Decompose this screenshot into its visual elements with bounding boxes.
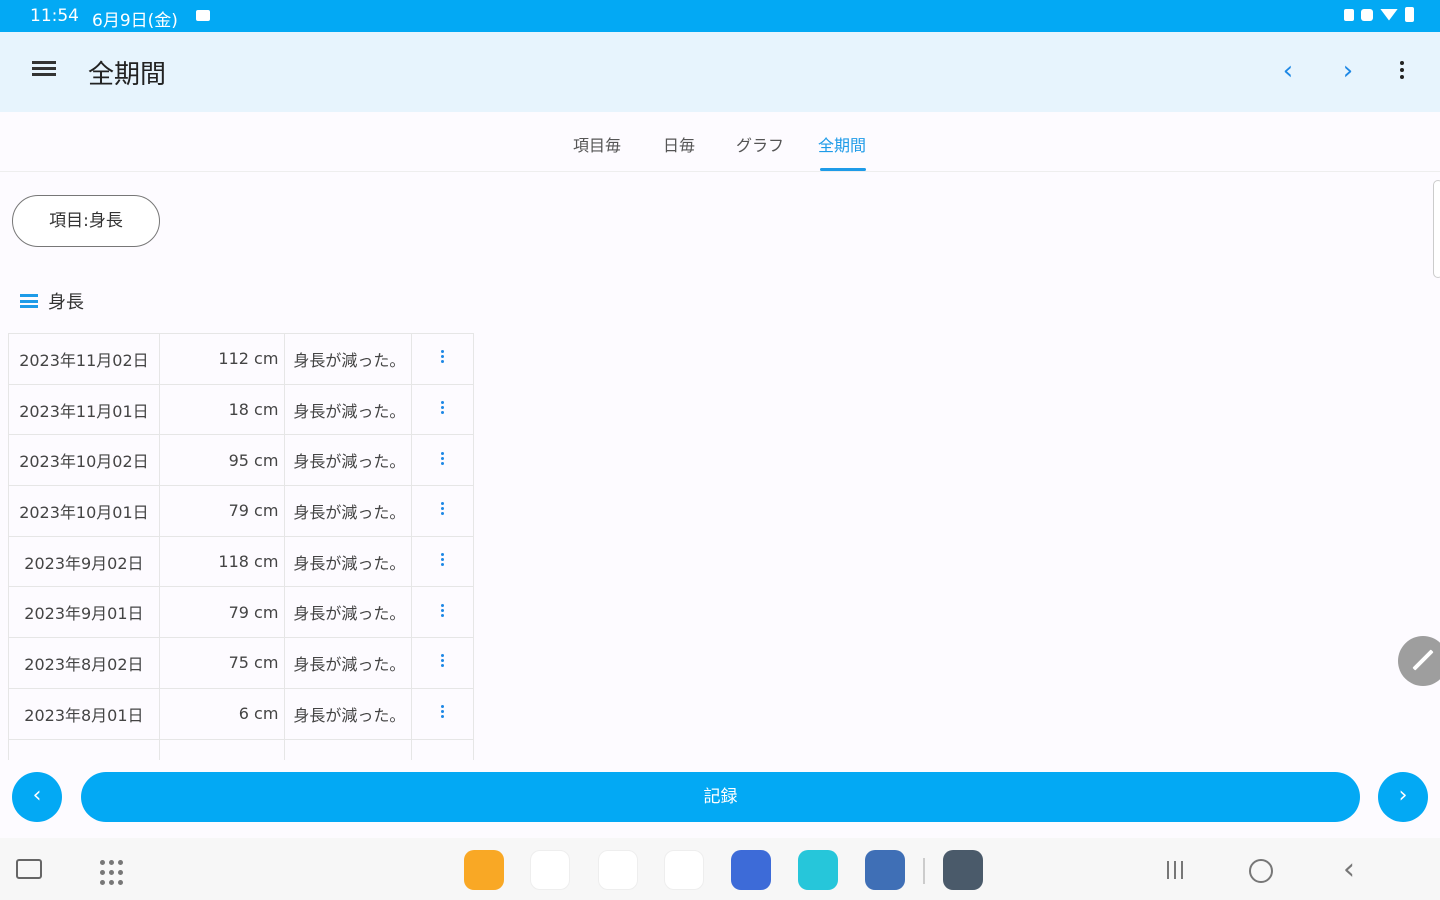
record-value: 75 cm: [158, 637, 286, 689]
table-row: 2023年8月01日 6 cm 身長が減った。: [8, 687, 474, 740]
settings-app-icon[interactable]: [943, 850, 983, 890]
menu-icon[interactable]: [30, 58, 60, 86]
section-title: 身長: [48, 292, 84, 313]
status-icons: [1344, 7, 1414, 22]
record-value: 79 cm: [158, 485, 286, 537]
mute-icon: [1361, 8, 1373, 21]
more-vert-icon[interactable]: [440, 450, 446, 467]
tab-indicator: [820, 168, 866, 171]
table-row: 2023年10月01日 79 cm 身長が減った。: [8, 485, 474, 537]
prev-button[interactable]: ‹: [12, 772, 62, 822]
system-nav-bar: ‹: [0, 838, 1440, 900]
more-vert-icon[interactable]: [440, 399, 446, 416]
section-header: 身長: [20, 288, 84, 314]
back-icon[interactable]: ‹: [1334, 855, 1364, 886]
chevron-right-icon[interactable]: ›: [1332, 56, 1364, 88]
screen-capture-icon[interactable]: [16, 856, 46, 886]
more-vert-icon[interactable]: [440, 703, 446, 720]
record-memo: 身長が減った。: [284, 485, 413, 537]
record-date: 2023年11月02日: [8, 333, 160, 385]
record-date: 2023年11月01日: [8, 383, 160, 436]
youtube-app-icon[interactable]: [664, 850, 704, 890]
table-row: 2023年11月02日 112 cm 身長が減った。: [8, 333, 474, 385]
teal-app-icon[interactable]: [798, 850, 838, 890]
tab-by-item[interactable]: 項目毎: [573, 132, 621, 156]
home-icon[interactable]: [1246, 856, 1276, 886]
table-row: 2023年9月02日 118 cm 身長が減った。: [8, 535, 474, 588]
page-title: 全期間: [88, 60, 167, 90]
record-memo: 身長が減った。: [284, 434, 413, 487]
record-date: 2023年9月02日: [8, 535, 160, 588]
pencil-icon: [1412, 649, 1434, 671]
records-table: 2023年11月02日 112 cm 身長が減った。 2023年11月01日 18 cm…: [8, 333, 476, 760]
table-row: [8, 738, 474, 760]
record-value: 79 cm: [158, 586, 286, 639]
status-date: 6月9日(金): [92, 11, 178, 31]
apps-grid-icon[interactable]: [100, 856, 130, 886]
status-bar: 11:54 6月9日(金): [0, 0, 1440, 32]
record-memo: 身長が減った。: [284, 687, 413, 740]
music-app-icon[interactable]: [731, 850, 771, 890]
dock-divider: [923, 858, 925, 884]
record-memo: 身長が減った。: [284, 586, 413, 639]
record-date: 2023年8月02日: [8, 637, 160, 689]
more-vert-icon[interactable]: [440, 551, 446, 568]
more-vert-icon[interactable]: [440, 500, 446, 517]
record-date: 2023年8月01日: [8, 687, 160, 740]
record-memo: 身長が減った。: [284, 637, 413, 689]
record-value: 6 cm: [158, 687, 286, 740]
more-vert-icon[interactable]: [440, 348, 446, 365]
battery-icon: [1405, 7, 1414, 22]
table-row: 2023年9月01日 79 cm 身長が減った。: [8, 586, 474, 639]
record-memo: 身長が減った。: [284, 333, 413, 385]
record-date: 2023年9月01日: [8, 586, 160, 639]
record-value: 118 cm: [158, 535, 286, 588]
blue-app-icon[interactable]: [865, 850, 905, 890]
tab-by-day[interactable]: 日毎: [663, 132, 695, 156]
edge-panel-handle[interactable]: [1433, 180, 1440, 278]
tab-bar: 項目毎 日毎 グラフ 全期間: [0, 112, 1440, 172]
chrome-app-icon[interactable]: [530, 850, 570, 890]
edit-fab[interactable]: [1398, 636, 1440, 686]
notification-icon: [196, 10, 210, 21]
record-date: 2023年10月01日: [8, 485, 160, 537]
gmail-app-icon[interactable]: [598, 850, 638, 890]
more-vert-icon[interactable]: [1390, 58, 1414, 86]
chevron-left-icon[interactable]: ‹: [1272, 56, 1304, 88]
table-row: 2023年10月02日 95 cm 身長が減った。: [8, 434, 474, 487]
more-vert-icon[interactable]: [440, 652, 446, 669]
record-value: 95 cm: [158, 434, 286, 487]
record-button[interactable]: 記録: [81, 772, 1360, 822]
record-memo: 身長が減った。: [284, 535, 413, 588]
next-button[interactable]: ›: [1378, 772, 1428, 822]
item-filter-chip[interactable]: 項目:身長: [12, 195, 160, 247]
wifi-icon: [1380, 8, 1398, 21]
recents-icon[interactable]: [1160, 856, 1190, 886]
list-icon: [20, 294, 38, 308]
record-value: 112 cm: [158, 333, 286, 385]
tab-all-period[interactable]: 全期間: [818, 132, 866, 156]
record-value: 18 cm: [158, 383, 286, 436]
status-time: 11:54: [30, 6, 79, 26]
tab-graph[interactable]: グラフ: [736, 132, 784, 156]
record-memo: 身長が減った。: [284, 383, 413, 436]
record-date: 2023年10月02日: [8, 434, 160, 487]
more-vert-icon[interactable]: [440, 602, 446, 619]
table-row: 2023年11月01日 18 cm 身長が減った。: [8, 383, 474, 436]
table-row: 2023年8月02日 75 cm 身長が減った。: [8, 637, 474, 689]
app-bar: 全期間 ‹ ›: [0, 32, 1440, 112]
vibrate-icon: [1344, 8, 1354, 21]
files-app-icon[interactable]: [464, 850, 504, 890]
